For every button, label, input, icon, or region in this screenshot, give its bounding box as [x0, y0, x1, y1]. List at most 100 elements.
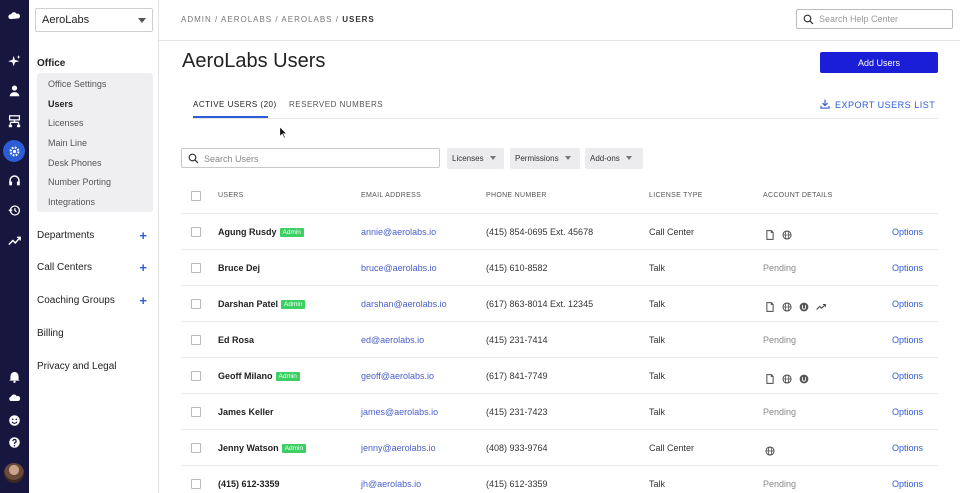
- column-header-email[interactable]: EMAIL ADDRESS: [361, 192, 421, 199]
- select-all-checkbox[interactable]: [191, 191, 201, 201]
- avatar[interactable]: [4, 463, 24, 483]
- org-chart-icon[interactable]: [0, 110, 29, 132]
- admin-badge: Admin: [281, 444, 307, 453]
- tab-reserved-numbers[interactable]: RESERVED NUMBERS: [289, 100, 383, 109]
- app-window: AeroLabs Office Office Settings Users Li…: [0, 0, 960, 493]
- add-call-center-button[interactable]: +: [139, 260, 147, 275]
- sidebar-item-desk-phones[interactable]: Desk Phones: [48, 158, 102, 168]
- sidebar-item-departments[interactable]: Departments +: [37, 228, 153, 243]
- sidebar-item-main-line[interactable]: Main Line: [48, 138, 87, 148]
- search-icon: [803, 14, 814, 25]
- user-license: Talk: [649, 371, 666, 381]
- addons-filter-label: Add-ons: [590, 154, 620, 163]
- column-header-phone[interactable]: PHONE NUMBER: [486, 192, 547, 199]
- breadcrumb-office[interactable]: AEROLABS: [281, 15, 332, 24]
- user-name[interactable]: Jenny Watson Admin: [218, 443, 307, 453]
- sidebar-item-office-settings[interactable]: Office Settings: [48, 79, 106, 89]
- breadcrumb-org[interactable]: AEROLABS: [221, 15, 272, 24]
- badge-icon: [799, 299, 809, 317]
- user-search[interactable]: [181, 148, 440, 168]
- row-checkbox[interactable]: [191, 371, 201, 381]
- logo-icon[interactable]: [0, 6, 29, 28]
- user-email[interactable]: jenny@aerolabs.io: [361, 443, 436, 453]
- globe-icon: [782, 299, 792, 317]
- user-search-input[interactable]: [204, 152, 434, 165]
- column-header-account-details[interactable]: ACCOUNT DETAILS: [763, 192, 833, 199]
- column-header-license[interactable]: LICENSE TYPE: [649, 192, 703, 199]
- office-label[interactable]: Office: [37, 58, 65, 69]
- export-users-link[interactable]: EXPORT USERS LIST: [820, 99, 935, 110]
- row-checkbox[interactable]: [191, 479, 201, 489]
- admin-badge: Admin: [281, 300, 306, 309]
- addons-filter[interactable]: Add-ons: [585, 148, 643, 169]
- options-link[interactable]: Options: [892, 263, 923, 273]
- user-license: Talk: [649, 263, 666, 273]
- options-link[interactable]: Options: [892, 407, 923, 417]
- user-name[interactable]: Agung Rusdy Admin: [218, 227, 304, 237]
- user-license: Talk: [649, 407, 666, 417]
- sidebar-item-users[interactable]: Users: [48, 99, 73, 109]
- options-link[interactable]: Options: [892, 335, 923, 345]
- add-coaching-group-button[interactable]: +: [139, 293, 147, 308]
- user-name[interactable]: James Keller: [218, 407, 274, 417]
- sidebar-item-label: Call Centers: [37, 262, 93, 273]
- row-checkbox[interactable]: [191, 227, 201, 237]
- sidebar-item-privacy-legal[interactable]: Privacy and Legal: [37, 361, 153, 372]
- permissions-filter[interactable]: Permissions: [510, 148, 580, 169]
- options-link[interactable]: Options: [892, 371, 923, 381]
- row-divider: [181, 393, 938, 394]
- user-email[interactable]: bruce@aerolabs.io: [361, 263, 437, 273]
- row-divider: [181, 465, 938, 466]
- user-email[interactable]: ed@aerolabs.io: [361, 335, 424, 345]
- analytics-icon[interactable]: [0, 229, 29, 251]
- licenses-filter[interactable]: Licenses: [447, 148, 504, 169]
- help-search-input[interactable]: [819, 12, 949, 26]
- user-email[interactable]: james@aerolabs.io: [361, 407, 438, 417]
- user-email[interactable]: annie@aerolabs.io: [361, 227, 436, 237]
- user-name[interactable]: Ed Rosa: [218, 335, 254, 345]
- headset-icon[interactable]: [0, 169, 29, 191]
- settings-icon[interactable]: [3, 140, 25, 162]
- bell-icon[interactable]: [0, 365, 29, 387]
- user-name[interactable]: (415) 612-3359: [218, 479, 280, 489]
- user-name[interactable]: Darshan Patel Admin: [218, 299, 306, 309]
- help-icon[interactable]: [0, 431, 29, 453]
- history-icon[interactable]: [0, 199, 29, 221]
- row-checkbox[interactable]: [191, 335, 201, 345]
- breadcrumb-admin[interactable]: ADMIN: [181, 15, 212, 24]
- tab-active-users[interactable]: ACTIVE USERS (20): [193, 100, 277, 109]
- sidebar-item-number-porting[interactable]: Number Porting: [48, 177, 111, 187]
- row-checkbox[interactable]: [191, 299, 201, 309]
- sidebar-item-coaching-groups[interactable]: Coaching Groups +: [37, 293, 153, 308]
- sidebar-item-licenses[interactable]: Licenses: [48, 118, 84, 128]
- user-name-text: James Keller: [218, 407, 274, 417]
- office-submenu: Office Settings Users Licenses Main Line…: [37, 73, 153, 212]
- user-name[interactable]: Bruce Dej: [218, 263, 260, 273]
- sidebar-item-billing[interactable]: Billing: [37, 328, 153, 339]
- cloud-icon[interactable]: [0, 387, 29, 409]
- row-checkbox[interactable]: [191, 443, 201, 453]
- person-icon[interactable]: [0, 79, 29, 101]
- mouse-cursor-icon: [279, 126, 287, 139]
- user-phone: (415) 231-7423: [486, 407, 548, 417]
- user-email[interactable]: geoff@aerolabs.io: [361, 371, 434, 381]
- help-search[interactable]: [796, 9, 953, 29]
- row-checkbox[interactable]: [191, 407, 201, 417]
- smiley-icon[interactable]: [0, 409, 29, 431]
- org-select[interactable]: AeroLabs: [35, 8, 153, 32]
- sidebar-item-integrations[interactable]: Integrations: [48, 197, 95, 207]
- row-checkbox[interactable]: [191, 263, 201, 273]
- options-link[interactable]: Options: [892, 479, 923, 489]
- user-email[interactable]: jh@aerolabs.io: [361, 479, 421, 489]
- sparkle-icon[interactable]: [0, 50, 29, 72]
- add-users-button[interactable]: Add Users: [820, 52, 938, 73]
- user-license: Talk: [649, 299, 666, 309]
- user-name[interactable]: Geoff Milano Admin: [218, 371, 300, 381]
- options-link[interactable]: Options: [892, 299, 923, 309]
- options-link[interactable]: Options: [892, 227, 923, 237]
- add-department-button[interactable]: +: [139, 228, 147, 243]
- options-link[interactable]: Options: [892, 443, 923, 453]
- sidebar-item-call-centers[interactable]: Call Centers +: [37, 260, 153, 275]
- column-header-users[interactable]: USERS: [218, 192, 244, 199]
- user-email[interactable]: darshan@aerolabs.io: [361, 299, 447, 309]
